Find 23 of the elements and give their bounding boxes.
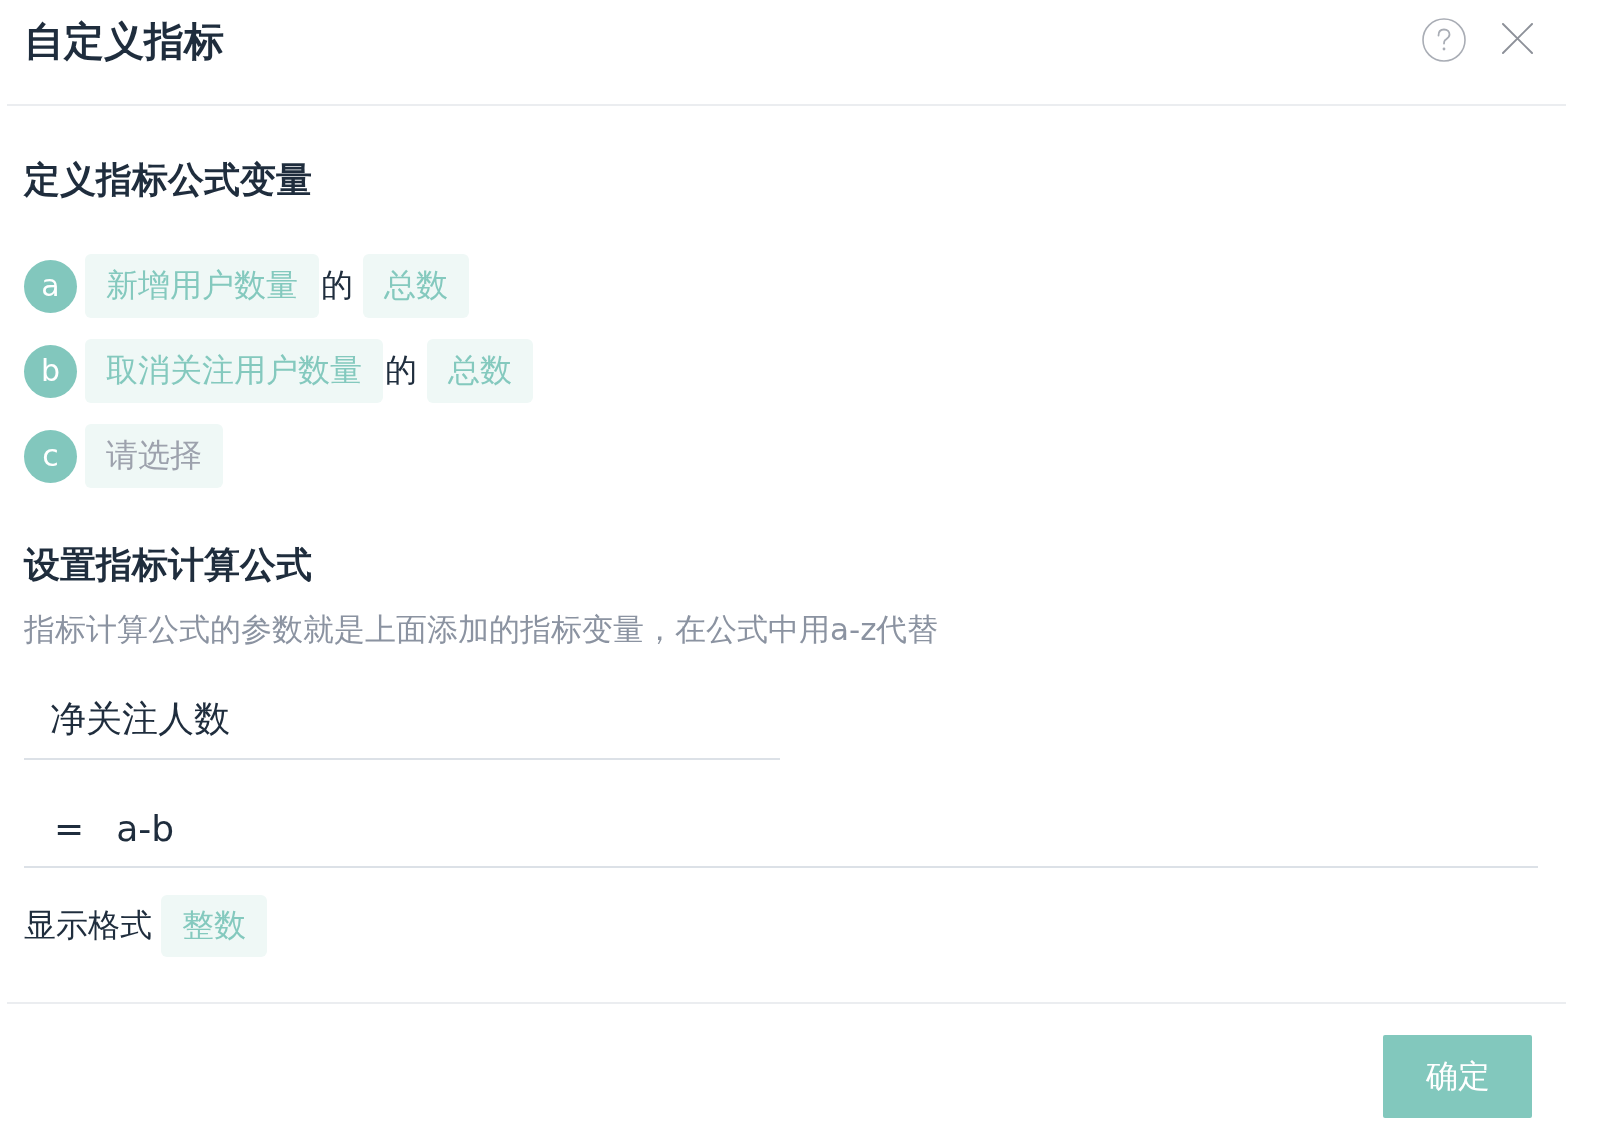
section-title: 定义指标公式变量	[24, 158, 313, 202]
variable-badge: b	[24, 344, 77, 398]
variable-badge: c	[24, 429, 77, 483]
connector-text: 的	[321, 265, 353, 306]
name-field[interactable]: 净关注人数	[24, 680, 780, 760]
aggregation-select[interactable]: 总数	[363, 254, 469, 318]
close-icon[interactable]	[1502, 22, 1533, 54]
connector-text: 的	[385, 350, 417, 391]
format-label: 显示格式	[24, 905, 152, 946]
metric-select[interactable]: 请选择	[85, 424, 223, 488]
help-icon[interactable]	[1422, 18, 1466, 62]
dialog-title: 自定义指标	[24, 17, 224, 66]
description-text: 指标计算公式的参数就是上面添加的指标变量，在公式中用a-z代替	[24, 610, 940, 649]
confirm-button[interactable]: 确定	[1383, 1035, 1532, 1118]
aggregation-select[interactable]: 总数	[427, 339, 533, 403]
variable-badge: a	[24, 259, 77, 313]
metric-select[interactable]: 新增用户数量	[85, 254, 319, 318]
formula-text: a-b	[116, 807, 175, 849]
section-title: 设置指标计算公式	[24, 543, 313, 587]
equals-sign: =	[54, 807, 85, 849]
metric-select[interactable]: 取消关注用户数量	[85, 339, 383, 403]
format-select[interactable]: 整数	[161, 895, 267, 957]
formula-field[interactable]: = a-b	[24, 790, 1538, 868]
